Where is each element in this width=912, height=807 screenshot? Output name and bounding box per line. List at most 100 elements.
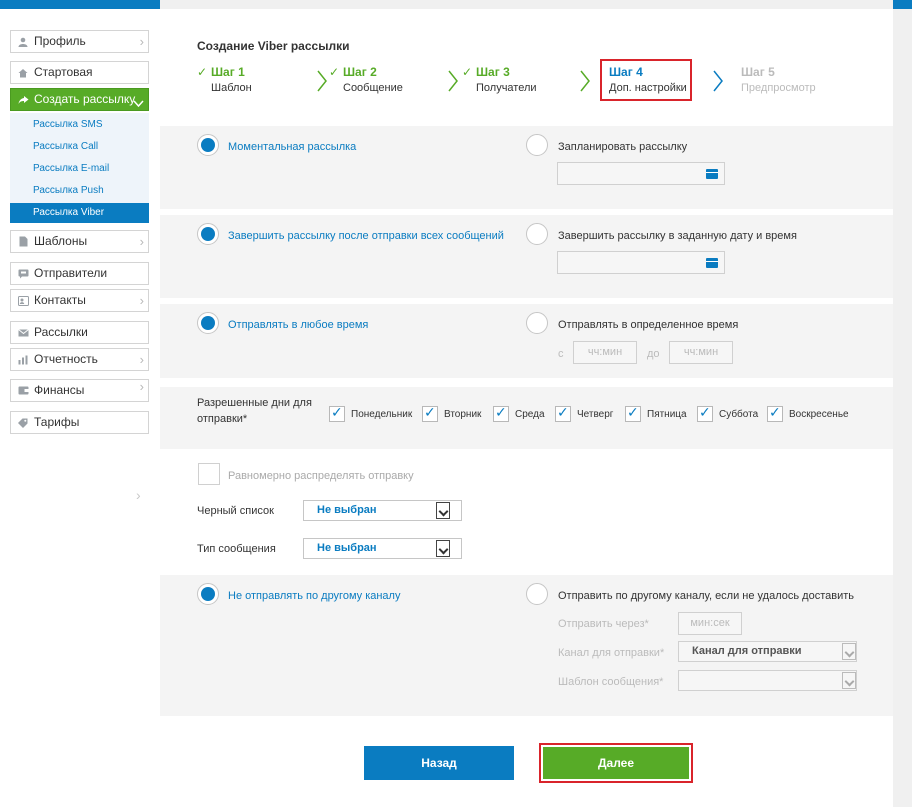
sidebar-item-label: Отправители (34, 266, 108, 280)
day-label: Четверг (577, 408, 614, 420)
checkbox[interactable]: ✓ (493, 404, 509, 422)
chevron-right-icon[interactable]: › (136, 487, 141, 503)
sidebar: Профиль › Стартовая Создать рассылку Рас… (0, 9, 160, 807)
checkbox[interactable]: ✓ (625, 404, 641, 422)
radio-label: Моментальная рассылка (228, 141, 357, 153)
chevron-down-icon (842, 672, 856, 689)
day-checkbox-friday[interactable]: ✓ Пятница (625, 404, 687, 423)
submenu-item-email[interactable]: Рассылка E-mail (10, 159, 149, 179)
back-button[interactable]: Назад (364, 746, 514, 780)
send-time-section (160, 126, 893, 209)
checkbox[interactable]: ✓ (555, 404, 571, 422)
time-to-input[interactable]: чч:мин (669, 341, 733, 364)
mail-icon (17, 327, 29, 339)
step-arrow-icon (448, 70, 458, 92)
step-title: Шаг 4 (609, 65, 643, 79)
chevron-right-icon: › (139, 34, 144, 49)
sidebar-item-label: Отчетность (34, 352, 98, 366)
top-bar-left (0, 0, 160, 9)
sidebar-item-label: Тарифы (34, 415, 80, 429)
next-button[interactable]: Далее (543, 747, 689, 779)
submenu-item-call[interactable]: Рассылка Call (10, 137, 149, 157)
step-arrow-icon (317, 70, 327, 92)
day-checkbox-tuesday[interactable]: ✓ Вторник (422, 404, 482, 423)
checkbox[interactable]: ✓ (697, 404, 713, 422)
checkbox[interactable]: ✓ (329, 404, 345, 422)
calendar-icon[interactable] (706, 169, 718, 179)
allowed-days-label: Разрешенные дни для отправки* (197, 397, 312, 425)
time-from-input[interactable]: чч:мин (573, 341, 637, 364)
check-icon: ✓ (329, 65, 340, 79)
schedule-date-input[interactable] (557, 162, 725, 185)
sidebar-item-templates[interactable]: Шаблоны › (10, 230, 149, 253)
radio-finish-at-date[interactable] (526, 223, 548, 245)
main-panel: Создание Viber рассылки ✓ Шаг 1 Шаблон ✓… (160, 9, 893, 807)
radio-label: Отправлять в определенное время (558, 319, 739, 331)
page-title: Создание Viber рассылки (197, 39, 350, 53)
template-select[interactable] (678, 670, 857, 691)
step-arrow-icon (580, 70, 590, 92)
send-via-input[interactable]: мин:сек (678, 612, 742, 635)
sidebar-item-create-campaign[interactable]: Создать рассылку (10, 88, 149, 111)
select-value: Не выбран (317, 504, 377, 516)
channel-select[interactable]: Канал для отправки (678, 641, 857, 662)
radio-scheduled-send[interactable] (526, 134, 548, 156)
sidebar-item-finance[interactable]: Финансы › (10, 379, 149, 402)
day-checkbox-sunday[interactable]: ✓ Воскресенье (767, 404, 849, 423)
submenu-create-campaign: Рассылка SMS Рассылка Call Рассылка E-ma… (10, 113, 149, 223)
radio-no-fallback[interactable] (197, 583, 219, 605)
day-checkbox-monday[interactable]: ✓ Понедельник (329, 404, 413, 423)
day-label: Понедельник (351, 408, 413, 420)
check-icon: ✓ (197, 65, 208, 79)
sidebar-item-contacts[interactable]: Контакты › (10, 289, 149, 312)
message-type-label: Тип сообщения (197, 543, 276, 555)
sidebar-item-tariffs[interactable]: Тарифы (10, 411, 149, 434)
select-value: Не выбран (317, 542, 377, 554)
day-checkbox-wednesday[interactable]: ✓ Среда (493, 404, 545, 423)
calendar-icon[interactable] (706, 258, 718, 268)
submenu-item-viber[interactable]: Рассылка Viber (10, 203, 149, 223)
sidebar-item-label: Профиль (34, 34, 86, 48)
check-icon: ✓ (557, 404, 569, 420)
sidebar-item-reports[interactable]: Отчетность › (10, 348, 149, 371)
day-label: Среда (515, 408, 545, 420)
radio-any-time[interactable] (197, 312, 219, 334)
wallet-icon (17, 385, 29, 397)
chevron-down-icon (133, 93, 144, 114)
chevron-right-icon: › (139, 234, 144, 249)
day-label: Суббота (719, 408, 759, 420)
tag-icon (17, 417, 29, 429)
submenu-item-push[interactable]: Рассылка Push (10, 181, 149, 201)
sidebar-item-home[interactable]: Стартовая (10, 61, 149, 84)
checkbox[interactable]: ✓ (422, 404, 438, 422)
checkbox[interactable]: ✓ (767, 404, 783, 422)
chevron-right-icon: › (139, 352, 144, 367)
radio-specific-time[interactable] (526, 312, 548, 334)
step-title: Шаг 1 (211, 65, 245, 79)
sidebar-item-label: Контакты (34, 293, 86, 307)
sidebar-item-label: Рассылки (34, 325, 88, 339)
submenu-item-sms[interactable]: Рассылка SMS (10, 115, 149, 135)
radio-label: Завершить рассылку после отправки всех с… (228, 230, 504, 242)
even-distribution-checkbox[interactable] (198, 463, 220, 485)
finish-date-input[interactable] (557, 251, 725, 274)
day-checkbox-saturday[interactable]: ✓ Суббота (697, 404, 759, 423)
check-icon: ✓ (331, 404, 343, 420)
document-icon (17, 236, 29, 248)
sidebar-item-campaigns[interactable]: Рассылки (10, 321, 149, 344)
message-type-select[interactable]: Не выбран (303, 538, 462, 559)
radio-fallback-other-channel[interactable] (526, 583, 548, 605)
radio-finish-after-all[interactable] (197, 223, 219, 245)
check-icon: ✓ (495, 404, 507, 420)
sidebar-item-label: Создать рассылку (34, 92, 136, 106)
day-label: Вторник (444, 408, 482, 420)
day-checkbox-thursday[interactable]: ✓ Четверг (555, 404, 614, 423)
sidebar-item-profile[interactable]: Профиль › (10, 30, 149, 53)
blacklist-select[interactable]: Не выбран (303, 500, 462, 521)
sidebar-item-senders[interactable]: Отправители (10, 262, 149, 285)
check-icon: ✓ (699, 404, 711, 420)
select-value: Канал для отправки (692, 645, 802, 657)
sender-icon (17, 268, 29, 280)
send-via-label: Отправить через* (558, 618, 649, 630)
radio-instant-send[interactable] (197, 134, 219, 156)
